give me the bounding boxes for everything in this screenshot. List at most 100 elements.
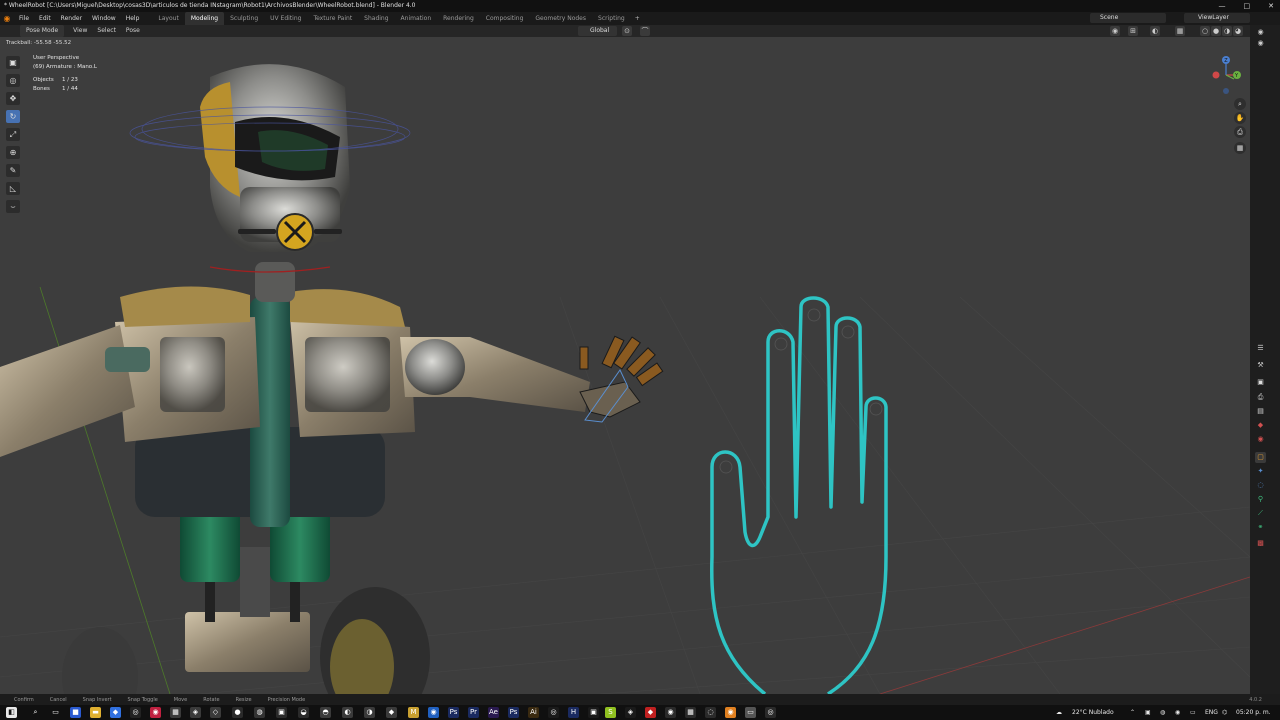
blender-taskbar-icon[interactable]: ◉	[725, 707, 736, 718]
object-properties-icon[interactable]: ▢	[1255, 452, 1266, 463]
app-icon-28[interactable]: ◆	[645, 707, 656, 718]
tray-icon-4[interactable]: ▭	[1190, 705, 1196, 720]
menu-file[interactable]: File	[14, 12, 34, 25]
app-icon-16[interactable]: M	[408, 707, 419, 718]
visibility-icon[interactable]: ◉	[1110, 26, 1120, 36]
world-properties-icon[interactable]: ◉	[1255, 434, 1266, 445]
menu-edit[interactable]: Edit	[34, 12, 56, 25]
app-icon-6[interactable]: ◈	[190, 707, 201, 718]
clock-text[interactable]: 05:20 p. m.	[1236, 705, 1271, 720]
annotate-tool[interactable]: ✎	[6, 164, 20, 177]
blender-logo-icon[interactable]: ◉	[0, 12, 14, 25]
bone-constraint-icon[interactable]: ⚭	[1255, 522, 1266, 533]
app-icon-22[interactable]: Ai	[528, 707, 539, 718]
app-icon-9[interactable]: ◍	[254, 707, 265, 718]
measure-tool[interactable]: ◺	[6, 182, 20, 195]
rendered-shading-icon[interactable]: ◕	[1233, 26, 1243, 36]
app-icon-30[interactable]: ▦	[685, 707, 696, 718]
app-icon-29[interactable]: ◉	[665, 707, 676, 718]
file-explorer-icon[interactable]: ▬	[90, 707, 101, 718]
app-icon-19[interactable]: Pr	[468, 707, 479, 718]
viewlayer-selector[interactable]: ViewLayer	[1184, 13, 1250, 23]
tab-scripting[interactable]: Scripting	[592, 12, 631, 25]
transform-orientation-selector[interactable]: Global	[578, 26, 618, 36]
3d-viewport[interactable]: Trackball: -55.58 -55.52 User Perspectiv…	[0, 37, 1250, 694]
tab-modeling[interactable]: Modeling	[184, 12, 225, 25]
minimize-button[interactable]: —	[1219, 0, 1226, 12]
tray-icon-1[interactable]: ▣	[1145, 705, 1151, 720]
weather-text[interactable]: 22°C Nublado	[1072, 705, 1114, 720]
gizmo-toggle-icon[interactable]: ⊞	[1128, 26, 1138, 36]
tray-chevron-icon[interactable]: ⌃	[1130, 705, 1135, 720]
app-icon-23[interactable]: ◎	[548, 707, 559, 718]
app-icon-34[interactable]: ◎	[765, 707, 776, 718]
pivot-point-icon[interactable]: ⊙	[622, 26, 632, 36]
tray-icon-3[interactable]: ◉	[1175, 705, 1180, 720]
outliner-eye-icon-2[interactable]: ◉	[1255, 38, 1266, 49]
object-data-properties-icon[interactable]: ⚲	[1255, 494, 1266, 505]
perspective-toggle-icon[interactable]: ▦	[1234, 142, 1246, 154]
relax-pose-tool[interactable]: ⌣	[6, 200, 20, 213]
menu-select[interactable]: Select	[92, 25, 121, 37]
tab-geometry-nodes[interactable]: Geometry Nodes	[529, 12, 592, 25]
tab-sculpting[interactable]: Sculpting	[224, 12, 264, 25]
app-icon-21[interactable]: Ps	[508, 707, 519, 718]
menu-help[interactable]: Help	[121, 12, 145, 25]
language-indicator[interactable]: ENG	[1205, 705, 1218, 720]
app-icon-8[interactable]: ●	[232, 707, 243, 718]
select-box-tool[interactable]: ▣	[6, 56, 20, 69]
app-icon-4[interactable]: ◉	[150, 707, 161, 718]
solid-shading-icon[interactable]: ●	[1211, 26, 1221, 36]
app-icon-1[interactable]: ■	[70, 707, 81, 718]
add-workspace-button[interactable]: +	[631, 15, 644, 22]
mode-selector[interactable]: Pose Mode	[20, 25, 65, 37]
modifier-properties-icon[interactable]: ✦	[1255, 466, 1266, 477]
tab-uv-editing[interactable]: UV Editing	[264, 12, 307, 25]
bone-properties-icon[interactable]: ⟋	[1255, 508, 1266, 519]
menu-pose[interactable]: Pose	[121, 25, 145, 37]
view-layer-properties-icon[interactable]: ▤	[1255, 406, 1266, 417]
menu-render[interactable]: Render	[56, 12, 87, 25]
texture-properties-icon[interactable]: ▩	[1255, 538, 1266, 549]
app-icon-27[interactable]: ◈	[625, 707, 636, 718]
network-icon[interactable]: ⌬	[1222, 705, 1227, 720]
app-icon-10[interactable]: ▣	[276, 707, 287, 718]
app-icon-26[interactable]: S	[605, 707, 616, 718]
app-icon-25[interactable]: ▣	[588, 707, 599, 718]
render-properties-icon[interactable]: ▣	[1255, 377, 1266, 388]
pan-hand-icon[interactable]: ✋	[1234, 112, 1246, 124]
camera-view-icon[interactable]: ⎙	[1234, 126, 1246, 138]
scale-tool[interactable]: ⤢	[6, 128, 20, 141]
app-icon-15[interactable]: ◆	[386, 707, 397, 718]
tab-texture-paint[interactable]: Texture Paint	[307, 12, 358, 25]
app-icon-20[interactable]: Ae	[488, 707, 499, 718]
transform-tool[interactable]: ⊕	[6, 146, 20, 159]
app-icon-24[interactable]: H	[568, 707, 579, 718]
physics-properties-icon[interactable]: ◌	[1255, 480, 1266, 491]
tray-icon-2[interactable]: ◍	[1160, 705, 1165, 720]
navigation-gizmo[interactable]: Y Z	[1206, 55, 1246, 95]
snap-icon[interactable]: ⌒	[640, 26, 650, 36]
maximize-button[interactable]: □	[1244, 0, 1251, 12]
tab-shading[interactable]: Shading	[358, 12, 394, 25]
tool-properties-icon[interactable]: ⚒	[1255, 360, 1266, 371]
zoom-icon[interactable]: ⌕	[1234, 98, 1246, 110]
weather-icon[interactable]: ☁	[1056, 705, 1062, 720]
task-view-icon[interactable]: ▭	[50, 707, 61, 718]
move-tool[interactable]: ✥	[6, 92, 20, 105]
rotate-tool[interactable]: ↻	[6, 110, 20, 123]
overlay-toggle-icon[interactable]: ◐	[1150, 26, 1160, 36]
app-icon-18[interactable]: Ps	[448, 707, 459, 718]
scene-properties-icon[interactable]: ◆	[1255, 420, 1266, 431]
close-button[interactable]: ✕	[1268, 0, 1274, 12]
outliner-eye-icon[interactable]: ◉	[1255, 27, 1266, 38]
start-menu-icon[interactable]: ◧	[6, 707, 17, 718]
app-icon-7[interactable]: ◇	[210, 707, 221, 718]
app-icon-3[interactable]: ◎	[130, 707, 141, 718]
menu-view[interactable]: View	[68, 25, 92, 37]
app-icon-33[interactable]: ▭	[745, 707, 756, 718]
app-icon-11[interactable]: ◒	[298, 707, 309, 718]
tab-animation[interactable]: Animation	[395, 12, 438, 25]
output-properties-icon[interactable]: ⎙	[1255, 392, 1266, 403]
xray-toggle-icon[interactable]: ▦	[1175, 26, 1185, 36]
